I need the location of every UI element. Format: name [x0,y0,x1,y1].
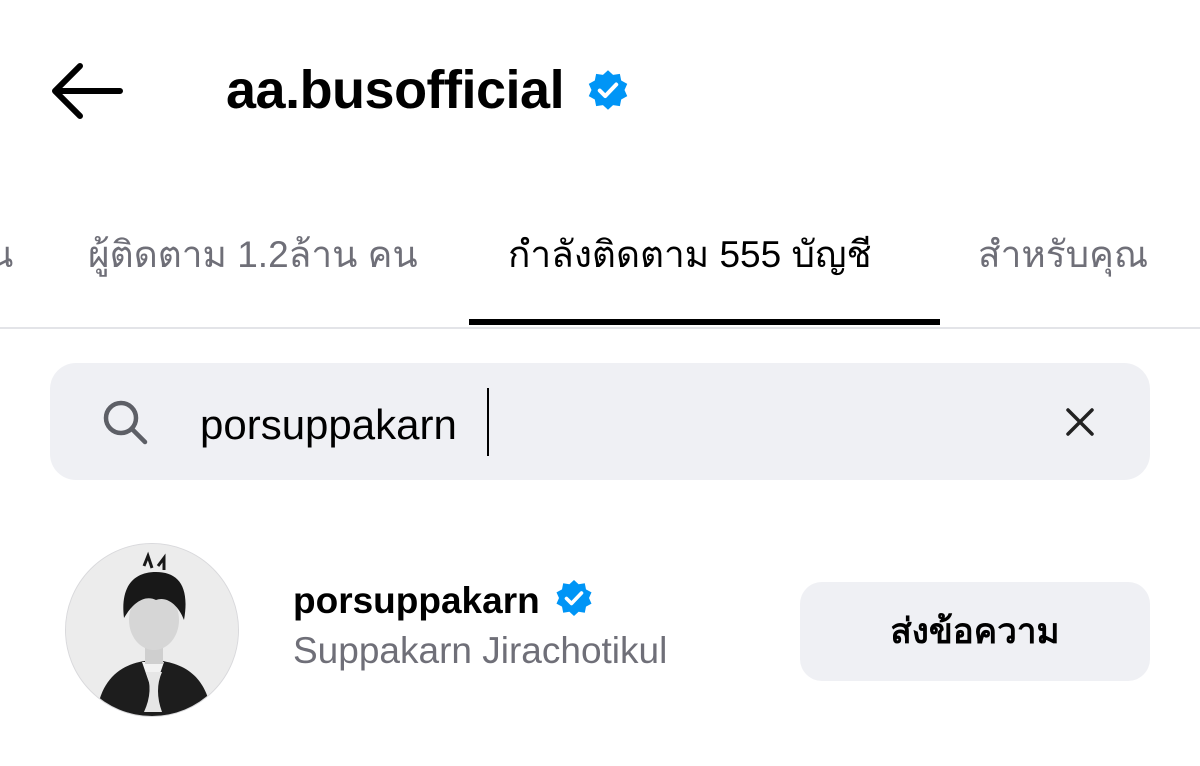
tab-bar: น ผู้ติดตาม 1.2ล้าน คน กำลังติดตาม 555 บ… [0,195,1200,329]
header-bar: aa.busofficial [0,0,1200,180]
tab-followers[interactable]: ผู้ติดตาม 1.2ล้าน คน [88,225,418,284]
arrow-left-icon [52,63,123,119]
tab-partial[interactable]: น [0,225,13,284]
tab-for-you[interactable]: สำหรับคุณ [978,225,1148,284]
search-icon [100,397,150,452]
close-icon [1066,408,1094,436]
active-tab-indicator [469,319,940,325]
verified-badge-icon [586,68,630,112]
result-full-name: Suppakarn Jirachotikul [293,630,668,671]
verified-badge-icon [554,578,594,623]
message-button[interactable]: ส่งข้อความ [800,582,1150,681]
tab-following[interactable]: กำลังติดตาม 555 บัญชี [508,225,872,284]
search-input[interactable] [200,395,900,455]
result-username[interactable]: porsuppakarn [293,580,540,622]
back-button[interactable] [48,58,128,124]
page-title: aa.busofficial [226,60,565,120]
avatar[interactable] [65,543,239,717]
text-caret [487,388,489,456]
clear-search-button[interactable] [1060,402,1100,442]
